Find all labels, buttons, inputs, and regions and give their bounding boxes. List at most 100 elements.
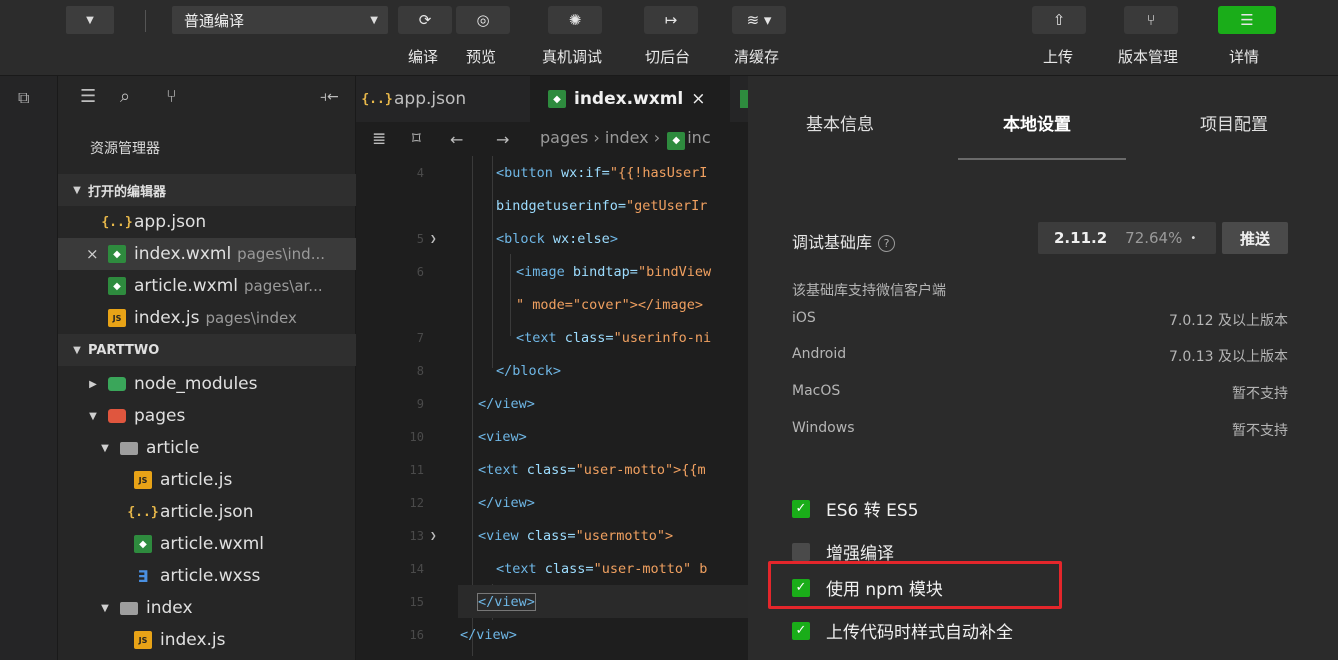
code-tag: </view>	[478, 395, 535, 412]
open-editor-item[interactable]: ◆ article.wxml pages\ar...	[58, 270, 356, 302]
collapse-panel-icon[interactable]: ⫞←	[320, 89, 339, 105]
line-number: 14	[409, 561, 424, 576]
chevron-down-icon: ▼	[73, 344, 81, 356]
code-tag: <image	[516, 263, 573, 280]
debug-lib-text: 调试基础库	[792, 233, 873, 252]
code-line[interactable]: 8 </block>	[356, 354, 748, 387]
code-line[interactable]: bindgetuserinfo="getUserIr	[356, 189, 748, 222]
folder-icon	[120, 441, 138, 455]
tree-file[interactable]: ◆ article.wxml	[58, 528, 356, 560]
branch-icon[interactable]: ⑂	[166, 86, 177, 107]
list-icon[interactable]: ≣	[372, 129, 386, 149]
open-editor-item[interactable]: JS index.js pages\index	[58, 302, 356, 334]
file-path: pages\ar...	[243, 277, 323, 295]
tree-file[interactable]: ∃ article.wxss	[58, 560, 356, 592]
line-number: 15	[409, 594, 424, 609]
list-icon[interactable]: ☰	[80, 86, 96, 107]
push-button[interactable]: 推送	[1222, 222, 1288, 254]
close-icon[interactable]: ×	[86, 245, 102, 263]
open-editor-item[interactable]: {..} app.json	[58, 206, 356, 238]
editor-tab-bar: {..} app.json ◆ index.wxml ×	[356, 76, 748, 122]
code-string: "{{!hasUserI	[609, 164, 708, 181]
search-icon[interactable]: ⌕	[120, 86, 130, 107]
details-button[interactable]: ☰	[1218, 6, 1276, 34]
upload-icon: ⇧	[1052, 11, 1066, 29]
switch-background-label: 切后台	[645, 48, 691, 66]
line-number: 10	[409, 429, 424, 444]
clear-cache-button[interactable]: ≋ ▾	[732, 6, 786, 34]
bookmark-icon[interactable]: ⌑	[412, 129, 421, 149]
help-icon[interactable]: ?	[878, 235, 896, 252]
tree-folder[interactable]: ▶ node_modules	[58, 368, 356, 400]
code-tag: <text	[496, 560, 545, 577]
tree-folder[interactable]: ▼ pages	[58, 400, 356, 432]
platform-name: MacOS	[792, 383, 841, 399]
remote-debug-label: 真机调试	[542, 48, 603, 66]
code-line[interactable]: 12 </view>	[356, 486, 748, 519]
window-icon[interactable]: ⧉	[18, 88, 38, 108]
wxss-file-icon: ∃	[137, 566, 149, 586]
breadcrumb: ≣ ⌑ ← → pages › index › ◆ inc	[356, 122, 748, 156]
tab-app-json[interactable]: {..} app.json	[356, 76, 530, 122]
option-auto-complete-styles[interactable]: ✓ 上传代码时样式自动补全	[792, 618, 1013, 643]
tab-local-settings[interactable]: 本地设置	[1003, 110, 1071, 135]
tab-index-wxml[interactable]: ◆ index.wxml ×	[530, 76, 730, 122]
tree-file[interactable]: {..} article.json	[58, 496, 356, 528]
wxml-file-icon: ◆	[108, 245, 126, 263]
code-line[interactable]: 11 <text class="user-motto">{{m	[356, 453, 748, 486]
code-line[interactable]: 10 <view>	[356, 420, 748, 453]
project-dropdown[interactable]: ▼	[66, 6, 114, 34]
checkbox-checked[interactable]: ✓	[792, 499, 810, 518]
file-name: article.wxml	[160, 534, 264, 554]
upload-button[interactable]: ⇧	[1032, 6, 1086, 34]
breadcrumb-trail[interactable]: pages › index › ◆ inc	[540, 128, 711, 150]
compile-mode-select[interactable]: 普通编译 ▼	[172, 6, 388, 34]
top-toolbar: ▼ 普通编译 ▼ ⟳ 编译 ◎ 预览 ✺ 真机调试 ↦ 切后台 ≋ ▾ 清缓存 …	[0, 0, 1338, 76]
chevron-right-icon: ▶	[89, 378, 97, 390]
open-editor-item[interactable]: × ◆ index.wxml pages\ind...	[58, 238, 356, 270]
code-line[interactable]: 7 <text class="userinfo-ni	[356, 321, 748, 354]
lib-version-select[interactable]: 2.11.2 72.64% •	[1038, 222, 1216, 254]
fold-chevron-icon[interactable]: ❯	[430, 529, 437, 542]
option-es6-to-es5[interactable]: ✓ ES6 转 ES5	[792, 496, 919, 521]
code-line[interactable]: 16 </view>	[356, 618, 748, 651]
wxml-file-icon: ◆	[667, 131, 686, 150]
version-control-button[interactable]: ⑂	[1124, 6, 1178, 34]
switch-background-button[interactable]: ↦	[644, 6, 698, 34]
project-section[interactable]: ▼ PARTTWO	[58, 334, 356, 366]
tree-file[interactable]: JS article.js	[58, 464, 356, 496]
back-arrow-icon[interactable]: ←	[450, 130, 463, 149]
tree-folder[interactable]: ▼ article	[58, 432, 356, 464]
checkbox-unchecked[interactable]	[792, 542, 810, 561]
code-line[interactable]: " mode="cover"></image>	[356, 288, 748, 321]
js-file-icon: JS	[108, 309, 126, 327]
code-line[interactable]: 5 ❯ <block wx:else>	[356, 222, 748, 255]
checkbox-checked[interactable]: ✓	[792, 621, 810, 640]
wxml-file-icon: ◆	[548, 90, 566, 108]
open-editors-section[interactable]: ▼ 打开的编辑器	[58, 174, 356, 206]
line-number: 5	[416, 231, 424, 246]
details-label: 详情	[1229, 48, 1260, 66]
folder-icon	[108, 409, 126, 423]
chevron-down-icon: ▼	[73, 184, 81, 196]
current-code-line[interactable]: 15 </view>	[410, 585, 748, 618]
code-line[interactable]: 4 <button wx:if="{{!hasUserI	[356, 156, 748, 189]
platform-version: 7.0.12 及以上版本	[1169, 313, 1288, 329]
compile-button[interactable]: ⟳	[398, 6, 452, 34]
remote-debug-button[interactable]: ✺	[548, 6, 602, 34]
code-line[interactable]: 6 <image bindtap="bindView	[356, 255, 748, 288]
code-line[interactable]: 9 </view>	[356, 387, 748, 420]
tree-folder[interactable]: ▼ index	[58, 592, 356, 624]
tree-file[interactable]: JS index.js	[58, 624, 356, 656]
tab-project-config[interactable]: 项目配置	[1200, 110, 1268, 135]
code-line[interactable]: 14 <text class="user-motto" b	[356, 552, 748, 585]
debug-lib-label: 调试基础库?	[792, 229, 896, 253]
forward-arrow-icon[interactable]: →	[496, 130, 509, 149]
compile-label: 编译	[408, 48, 439, 66]
tab-basic-info[interactable]: 基本信息	[806, 110, 874, 135]
fold-chevron-icon[interactable]: ❯	[430, 232, 437, 245]
close-icon[interactable]: ×	[691, 89, 705, 109]
code-line[interactable]: 13 ❯ <view class="usermotto">	[356, 519, 748, 552]
code-attr: class=	[526, 461, 576, 478]
preview-button[interactable]: ◎	[456, 6, 510, 34]
